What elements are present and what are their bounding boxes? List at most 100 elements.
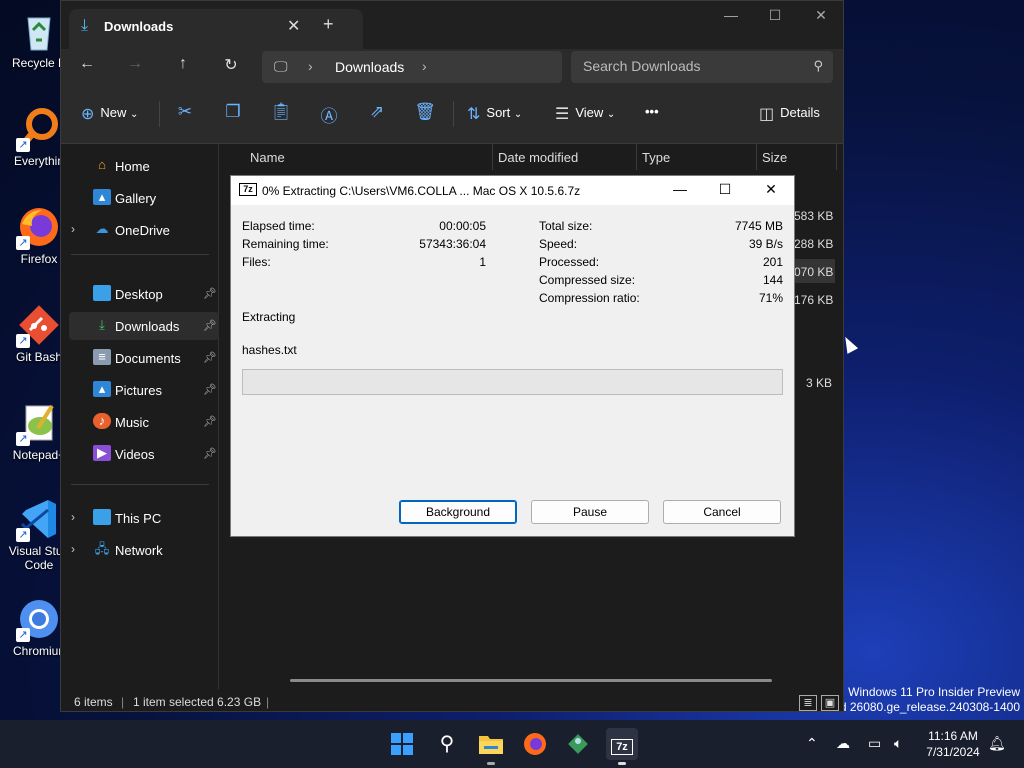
download-arrow-icon: ⤓ [99,317,105,332]
sidebar-item-music[interactable]: ♪ Music 📌︎ [69,408,219,436]
pin-icon[interactable]: 📌︎ [203,351,217,364]
background-button[interactable]: Background [399,500,517,524]
firefox-icon: ↗ [16,204,62,250]
address-bar[interactable]: 🖵 › Downloads › [262,51,562,83]
details-button[interactable]: ◫ Details [759,104,820,124]
current-file-name: hashes.txt [242,343,297,357]
volume-muted-icon[interactable]: 🔈︎ [894,735,902,752]
plus-circle-icon: ⊕ [81,106,95,123]
pause-button[interactable]: Pause [531,500,649,524]
7zip-icon[interactable]: 7z [606,728,638,760]
refresh-icon[interactable]: ↻ [217,55,245,79]
chevron-right-icon[interactable]: › [71,222,75,236]
tiles-view-icon[interactable]: ▣ [821,695,839,711]
search-icon[interactable]: ⚲ [431,728,463,760]
copy-icon[interactable]: ❐ [221,102,245,122]
sidebar-item-this-pc[interactable]: › This PC [69,504,219,532]
delete-icon[interactable]: 🗑︎ [413,102,437,122]
back-icon[interactable]: ← [73,55,101,79]
column-header-type[interactable]: Type [642,144,670,170]
chevron-right-icon[interactable]: › [71,542,75,556]
horizontal-scrollbar[interactable] [290,679,772,682]
7zip-logo-icon: 7z [239,183,257,196]
start-icon[interactable] [386,728,418,760]
up-icon[interactable]: ↑ [169,55,197,79]
column-header-name[interactable]: Name [250,144,285,170]
pin-icon[interactable]: 📌︎ [203,319,217,332]
sidebar-item-label: Gallery [115,191,157,206]
shortcut-arrow-icon: ↗ [16,528,30,542]
sidebar-item-documents[interactable]: ≡ Documents 📌︎ [69,344,219,372]
files-label: Files: [242,255,271,269]
forward-icon[interactable]: → [121,55,149,79]
pin-icon[interactable]: 📌︎ [203,383,217,396]
tab-downloads[interactable]: ⤓ Downloads ✕ [69,9,363,49]
file-explorer-icon[interactable] [475,728,507,760]
sidebar-item-home[interactable]: ⌂ Home [69,152,219,180]
search-input[interactable] [583,58,793,74]
sidebar-item-pictures[interactable]: ▴ Pictures 📌︎ [69,376,219,404]
navigation-bar: ← → ↑ ↻ 🖵 › Downloads › ⚲ [61,49,843,85]
column-header-size[interactable]: Size [762,144,787,170]
clock[interactable]: 11:16 AM 7/31/2024 [916,728,990,760]
extraction-progress-dialog[interactable]: 7z 0% Extracting C:\Users\VM6.COLLA ... … [230,175,795,537]
paste-icon[interactable]: 📋︎ [269,102,293,122]
cut-icon[interactable]: ✂ [173,102,197,122]
minimize-icon[interactable]: — [665,181,695,197]
rename-icon[interactable]: Ⓐ [317,102,341,127]
sidebar-item-label: OneDrive [115,223,170,238]
pin-icon[interactable]: 📌︎ [203,287,217,300]
new-button[interactable]: ⊕ New ⌄ [81,104,138,124]
gallery-icon: ▴ [93,189,111,205]
sidebar-item-videos[interactable]: ▶ Videos 📌︎ [69,440,219,468]
home-icon: ⌂ [98,157,106,172]
firefox-icon[interactable] [519,728,551,760]
vscode-icon: ↗ [16,496,62,542]
maximize-icon[interactable]: ☐ [755,7,795,24]
search-box[interactable]: ⚲ [571,51,833,83]
view-button-label: View [575,105,604,120]
sidebar-item-label: Pictures [115,383,162,398]
sidebar-item-network[interactable]: › 🖧 Network [69,536,219,564]
sidebar-item-label: Music [115,415,149,430]
total-size-label: Total size: [539,219,593,233]
notepad-plus-plus-icon: ↗ [16,400,62,446]
sidebar-item-onedrive[interactable]: › ☁ OneDrive [69,216,219,244]
sort-button[interactable]: ⇅ Sort ⌄ [467,104,522,124]
notification-bell-icon[interactable]: 🔔︎ [988,735,1006,752]
new-tab-icon[interactable]: + [323,14,334,35]
maximize-icon[interactable]: ☐ [710,181,740,198]
chevron-right-icon[interactable]: › [422,58,427,74]
minimize-icon[interactable]: — [711,7,751,23]
title-bar[interactable]: ⤓ Downloads ✕ + — ☐ ✕ [61,1,843,49]
close-icon[interactable]: ✕ [801,7,841,24]
pin-icon[interactable]: 📌︎ [203,415,217,428]
breadcrumb-downloads[interactable]: Downloads [335,59,404,75]
sidebar-item-downloads[interactable]: ⤓ Downloads 📌︎ [69,312,219,340]
cancel-button[interactable]: Cancel [663,500,781,524]
close-icon[interactable]: ✕ [756,181,786,198]
chevron-right-icon[interactable]: › [308,58,313,74]
details-view-icon[interactable]: ≣ [799,695,817,711]
pin-icon[interactable]: 📌︎ [203,447,217,460]
chevron-right-icon[interactable]: › [71,510,75,524]
network-status-icon[interactable]: ▭ [868,735,881,752]
chromium-icon: ↗ [16,596,62,642]
shortcut-arrow-icon: ↗ [16,138,30,152]
chevron-up-icon[interactable]: ⌃ [806,735,818,752]
sidebar-item-gallery[interactable]: ▴ Gallery [69,184,219,212]
compression-ratio-label: Compression ratio: [539,291,640,305]
onedrive-offline-icon[interactable]: ☁ [836,735,850,752]
download-arrow-icon: ⤓ [81,17,89,34]
running-indicator [618,762,626,765]
git-bash-icon[interactable] [562,728,594,760]
tab-close-icon[interactable]: ✕ [287,16,300,36]
sidebar-item-desktop[interactable]: Desktop 📌︎ [69,280,219,308]
share-icon[interactable]: ⇗ [365,102,389,122]
column-header-date-modified[interactable]: Date modified [498,144,578,170]
sort-icon: ⇅ [467,106,481,123]
view-button[interactable]: ☰ View ⌄ [555,104,615,124]
search-icon: ⚲ [813,58,823,73]
dialog-title-bar[interactable]: 7z 0% Extracting C:\Users\VM6.COLLA ... … [231,176,794,205]
more-options-button[interactable]: ••• [645,104,659,119]
